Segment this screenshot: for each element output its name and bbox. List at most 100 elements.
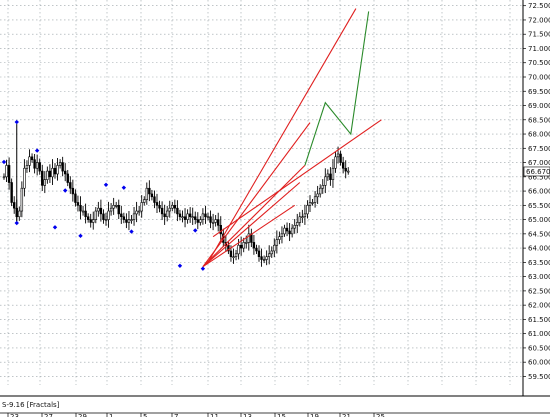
candle-body: [255, 247, 258, 252]
candle-body: [234, 253, 238, 257]
candle-body: [13, 202, 16, 209]
candle-body: [23, 167, 26, 189]
price-tick-label: 62.500: [528, 287, 550, 295]
candle-body: [183, 216, 187, 220]
candle-body: [153, 196, 156, 203]
candle-body: [10, 182, 13, 203]
candle-body: [143, 199, 146, 203]
price-tick-label: 61.000: [528, 330, 550, 338]
candle-body: [206, 216, 210, 219]
candle-body: [69, 182, 72, 189]
price-tick-label: 67.000: [528, 159, 550, 167]
price-tick-label: 69.500: [528, 88, 550, 96]
candle-body: [158, 205, 161, 209]
candle-body: [341, 162, 345, 169]
candle-body: [64, 170, 67, 175]
candle-body: [30, 156, 34, 161]
price-tick-label: 60.500: [528, 344, 550, 352]
candle-body: [306, 205, 309, 215]
candle-body: [18, 210, 21, 218]
candle-body: [102, 213, 105, 220]
candle-body: [237, 244, 240, 255]
candle-body: [66, 173, 69, 183]
candle-body: [257, 250, 261, 257]
candle-body: [219, 224, 222, 235]
candle-body: [58, 162, 62, 166]
candle-body: [53, 167, 57, 175]
candle-body: [242, 242, 245, 249]
candle-body: [178, 213, 182, 218]
candle-body: [270, 250, 273, 255]
candle-body: [74, 193, 77, 203]
candle-body: [20, 187, 24, 212]
price-tick-label: 72.000: [528, 16, 550, 24]
candlestick-chart[interactable]: 72.500 72.000 71.500 71.000 70.500 70.000 69.5…: [0, 0, 550, 417]
candle-body: [109, 207, 113, 212]
time-tick-label: 13: [243, 413, 252, 417]
time-tick-label: 27: [44, 413, 53, 417]
candle-body: [339, 153, 342, 163]
candle-body: [267, 253, 271, 257]
candle-body: [97, 207, 100, 212]
candle-body: [301, 216, 304, 219]
candle-body: [265, 256, 268, 260]
candle-body: [35, 162, 39, 169]
candle-body: [290, 227, 294, 235]
price-tick-label: 68.500: [528, 116, 550, 124]
candle-body: [331, 167, 335, 180]
candle-body: [303, 213, 307, 218]
candle-body: [217, 219, 220, 226]
candle-body: [2, 176, 6, 179]
price-tick-label: 60.000: [528, 359, 550, 367]
time-tick-label: 21: [342, 413, 351, 417]
candle-body: [329, 173, 332, 180]
price-tick-label: 67.500: [528, 145, 550, 153]
candle-body: [46, 170, 49, 180]
time-tick-label: 11: [210, 413, 219, 417]
candle-body: [191, 216, 194, 219]
time-tick-label: 5: [143, 413, 147, 417]
candle-body: [71, 187, 75, 195]
candle-body: [120, 213, 123, 218]
price-tick-label: 63.000: [528, 273, 550, 281]
candle-body: [150, 193, 154, 198]
candle-body: [311, 202, 314, 204]
price-chart-window[interactable]: 72.500 72.000 71.500 71.000 70.500 70.000 69.5…: [0, 0, 550, 417]
candle-body: [288, 230, 291, 235]
candle-body: [293, 224, 296, 229]
candle-body: [278, 236, 281, 240]
price-tick-label: 62.000: [528, 302, 550, 310]
price-tick-label: 70.000: [528, 74, 550, 82]
price-tick-label: 72.500: [528, 2, 550, 10]
candle-body: [122, 216, 126, 220]
candle-body: [112, 205, 115, 209]
candle-body: [214, 219, 217, 223]
candle-body: [160, 207, 164, 215]
candle-body: [273, 244, 276, 252]
candle-body: [239, 244, 243, 249]
candle-body: [229, 250, 233, 257]
price-tick-label: 63.500: [528, 259, 550, 267]
candle-body: [298, 216, 301, 223]
candle-body: [336, 153, 340, 158]
candle-body: [79, 205, 82, 212]
candle-body: [107, 210, 110, 220]
candle-body: [61, 162, 64, 172]
time-tick-label: 15: [277, 413, 286, 417]
candle-body: [117, 205, 120, 215]
price-tick-label: 71.000: [528, 45, 550, 53]
price-tick-label: 64.000: [528, 245, 550, 253]
current-price-label: 66.670: [526, 168, 550, 176]
candle-body: [296, 222, 299, 226]
candle-body: [313, 196, 317, 203]
price-tick-label: 65.000: [528, 216, 550, 224]
price-tick-label: 70.500: [528, 59, 550, 67]
candle-body: [308, 202, 312, 206]
candle-body: [135, 210, 138, 215]
candle-body: [33, 159, 36, 169]
time-tick-label: 1: [109, 413, 113, 417]
candle-body: [252, 242, 256, 249]
candle-body: [283, 227, 286, 235]
candle-body: [84, 210, 87, 218]
candle-body: [140, 202, 143, 212]
